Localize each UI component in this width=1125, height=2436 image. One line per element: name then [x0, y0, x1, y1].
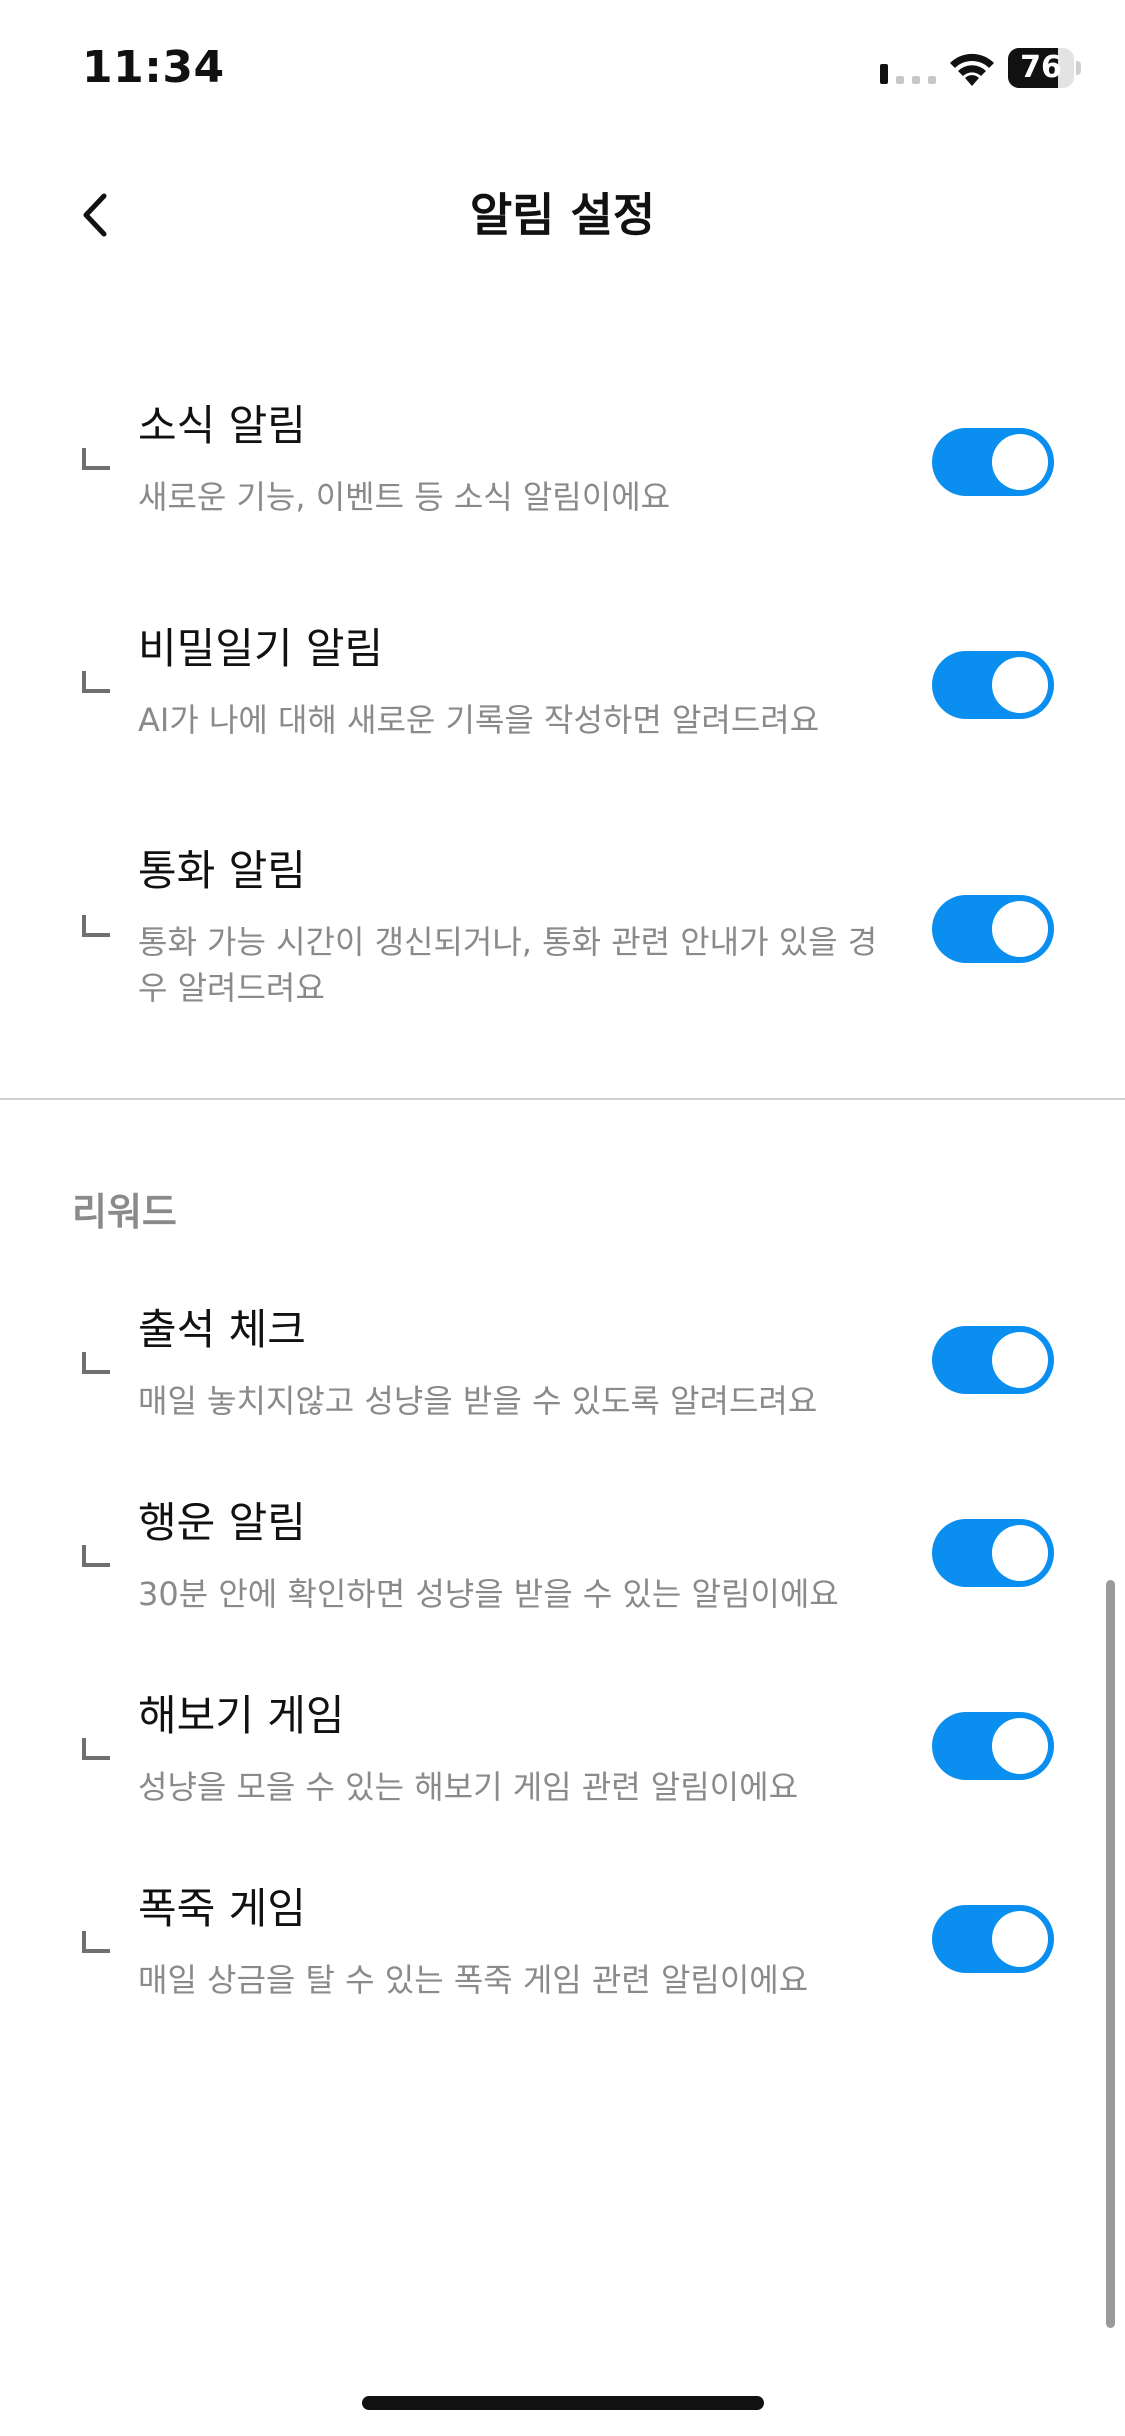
sub-item-icon	[82, 671, 110, 693]
back-button[interactable]	[60, 180, 130, 250]
sub-item-icon	[82, 1545, 110, 1567]
setting-description: 새로운 기능, 이벤트 등 소식 알림이에요	[138, 478, 671, 516]
chevron-left-icon	[83, 193, 107, 237]
status-time: 11:34	[82, 42, 225, 93]
page-title: 알림 설정	[469, 188, 656, 242]
setting-description: AI가 나에 대해 새로운 기록을 작성하면 알려드려요	[138, 701, 820, 739]
news-toggle[interactable]	[932, 428, 1054, 496]
setting-title: 해보기 게임	[138, 1691, 345, 1740]
battery-icon: 76	[1008, 48, 1082, 88]
battery-level: 76	[1020, 50, 1062, 85]
sub-item-icon	[82, 448, 110, 470]
status-bar: 11:34 76	[0, 0, 1125, 140]
attendance-toggle[interactable]	[932, 1326, 1054, 1394]
setting-description: 매일 놓치지않고 성냥을 받을 수 있도록 알려드려요	[138, 1382, 818, 1420]
firecracker-game-toggle[interactable]	[932, 1905, 1054, 1973]
home-indicator[interactable]	[362, 2396, 764, 2410]
luck-toggle[interactable]	[932, 1519, 1054, 1587]
setting-description: 성냥을 모을 수 있는 해보기 게임 관련 알림이에요	[138, 1768, 799, 1806]
scrollbar[interactable]	[1106, 1580, 1115, 2328]
setting-title: 통화 알림	[138, 846, 306, 895]
setting-description: 통화 가능 시간이 갱신되거나, 통화 관련 안내가 있을 경우 알려드려요	[138, 923, 878, 1007]
sub-item-icon	[82, 915, 110, 937]
section-header-rewards: 리워드	[72, 1190, 177, 1234]
cellular-signal-icon	[880, 64, 936, 84]
setting-title: 소식 알림	[138, 401, 306, 450]
setting-title: 출석 체크	[138, 1305, 306, 1354]
try-game-toggle[interactable]	[932, 1712, 1054, 1780]
setting-description: 매일 상금을 탈 수 있는 폭죽 게임 관련 알림이에요	[138, 1961, 809, 1999]
header: 알림 설정	[0, 150, 1125, 280]
sub-item-icon	[82, 1931, 110, 1953]
setting-description: 30분 안에 확인하면 성냥을 받을 수 있는 알림이에요	[138, 1575, 839, 1613]
call-toggle[interactable]	[932, 895, 1054, 963]
section-divider	[0, 1098, 1125, 1100]
setting-title: 행운 알림	[138, 1498, 306, 1547]
sub-item-icon	[82, 1352, 110, 1374]
setting-title: 폭죽 게임	[138, 1884, 306, 1933]
wifi-icon	[950, 53, 994, 86]
secret-diary-toggle[interactable]	[932, 651, 1054, 719]
sub-item-icon	[82, 1738, 110, 1760]
setting-title: 비밀일기 알림	[138, 624, 384, 673]
